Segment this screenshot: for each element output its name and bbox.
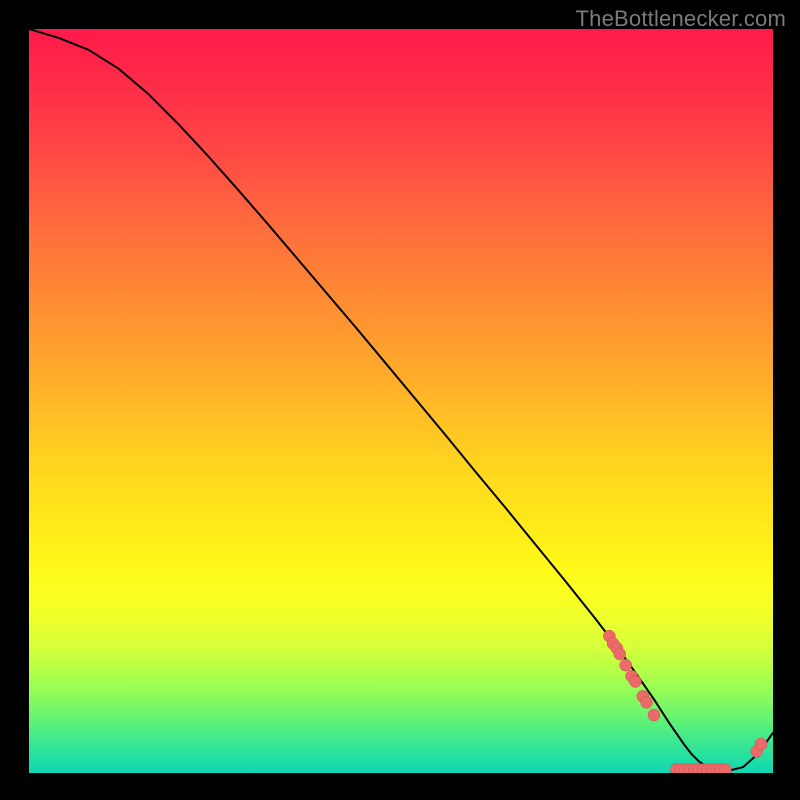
data-dot — [620, 659, 632, 671]
chart-frame: TheBottlenecker.com — [0, 0, 800, 800]
data-dot — [755, 738, 767, 750]
data-dot — [648, 709, 660, 721]
data-dots-group — [603, 630, 767, 773]
plot-area — [29, 29, 773, 773]
data-dot — [614, 648, 626, 660]
data-dot — [641, 696, 653, 708]
data-dot — [629, 675, 641, 687]
chart-svg — [29, 29, 773, 773]
data-dot — [719, 764, 731, 773]
bottleneck-curve-line — [29, 29, 773, 771]
